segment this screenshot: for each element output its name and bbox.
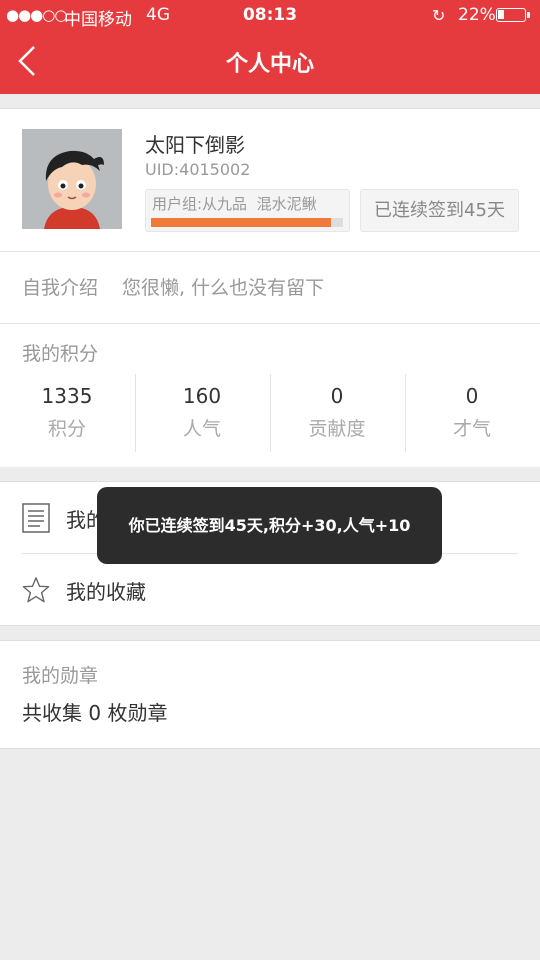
document-icon — [22, 503, 50, 533]
stat-talent[interactable]: 0 才气 — [405, 374, 539, 452]
stat-popularity[interactable]: 160 人气 — [135, 374, 269, 452]
bio-text: 您很懒, 什么也没有留下 — [122, 277, 325, 299]
stat-label: 积分 — [47, 418, 86, 440]
stat-value: 160 — [182, 384, 222, 408]
status-bar: ●●●○○ 中国移动 4G 08:13 ↻ 22% — [0, 0, 540, 32]
user-group-text: 用户组:从九品 混水泥鳅 — [152, 193, 317, 214]
medals-title: 我的勋章 — [22, 665, 99, 687]
avatar[interactable] — [22, 129, 122, 229]
user-group-label: 用户组:从九品 — [152, 195, 248, 213]
checkin-button[interactable]: 已连续签到45天 — [360, 189, 519, 232]
menu-item-label: 我的收藏 — [66, 580, 146, 604]
points-title: 我的积分 — [22, 343, 99, 365]
stat-points[interactable]: 1335 积分 — [0, 374, 134, 452]
page-title: 个人中心 — [225, 52, 314, 77]
user-group-box: 用户组:从九品 混水泥鳅 — [145, 189, 350, 232]
stat-value: 0 — [465, 384, 479, 408]
stat-value: 0 — [330, 384, 344, 408]
user-group-title: 混水泥鳅 — [256, 195, 317, 213]
rotation-lock-icon: ↻ — [432, 6, 446, 25]
stat-label: 才气 — [452, 418, 491, 440]
cartoon-avatar-image — [22, 129, 122, 229]
medals-card[interactable]: 我的勋章 共收集 0 枚勋章 — [0, 640, 540, 749]
header-bar: ●●●○○ 中国移动 4G 08:13 ↻ 22% 个人中心 — [0, 0, 540, 94]
divider — [0, 251, 540, 252]
level-progress-bar — [151, 218, 343, 227]
star-icon — [22, 577, 50, 603]
bio-label: 自我介绍 — [22, 277, 99, 299]
battery-icon — [496, 8, 530, 22]
menu-item-my-favorites[interactable]: 我的收藏 — [0, 554, 540, 625]
username: 太阳下倒影 — [145, 133, 245, 157]
medals-count: 共收集 0 枚勋章 — [22, 701, 168, 725]
battery-percent: 22% — [458, 5, 496, 25]
stat-label: 人气 — [182, 418, 221, 440]
stat-value: 1335 — [41, 384, 93, 408]
stat-contribution[interactable]: 0 贡献度 — [270, 374, 404, 452]
stat-label: 贡献度 — [308, 418, 366, 440]
level-progress-fill — [151, 218, 332, 227]
points-card: 我的积分 1335 积分 160 人气 0 贡献度 0 才气 — [0, 323, 540, 467]
profile-card: 太阳下倒影 UID:4015002 用户组:从九品 混水泥鳅 已连续签到45天 … — [0, 108, 540, 324]
user-id: UID:4015002 — [145, 160, 251, 179]
checkin-toast: 你已连续签到45天,积分+30,人气+10 — [97, 487, 442, 564]
